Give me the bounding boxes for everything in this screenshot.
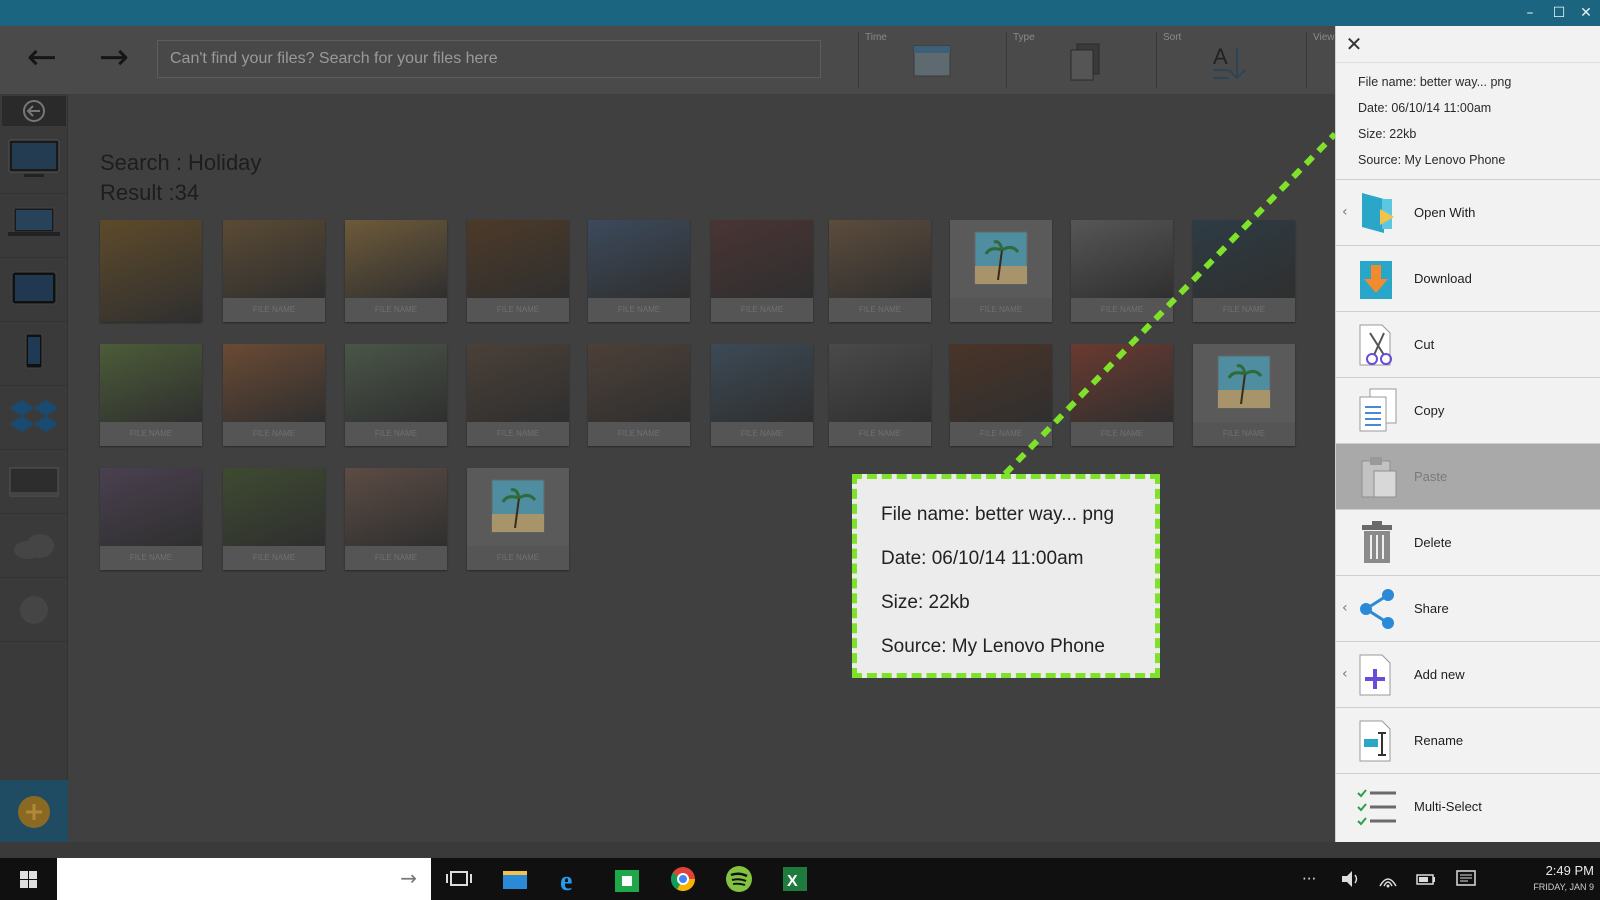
paste-icon [1361, 457, 1397, 498]
open-with-action[interactable]: ‹ Open With [1336, 180, 1600, 246]
cut-label: Cut [1414, 337, 1435, 352]
rename-action[interactable]: Rename [1336, 708, 1600, 774]
panel-date: Date: 06/10/14 11:00am [1358, 101, 1492, 115]
share-icon [1360, 589, 1394, 629]
windows-logo-icon [20, 871, 37, 888]
paste-label: Paste [1414, 469, 1448, 484]
download-icon [1360, 261, 1392, 299]
clock[interactable]: 2:49 PM FRIDAY, JAN 9 [1504, 862, 1594, 894]
volume-icon[interactable] [1338, 866, 1362, 892]
file-info-tooltip: File name: better way... png Date: 06/10… [852, 474, 1160, 678]
app-window: – ☐ ✕ ← → Can't find your files? Search … [0, 0, 1600, 900]
task-view-icon[interactable] [442, 862, 476, 896]
open-with-icon [1362, 193, 1394, 233]
action-center-icon[interactable] [1454, 866, 1478, 892]
file-action-panel: ✕ File name: better way... png Date: 06/… [1335, 26, 1600, 842]
svg-text:e: e [560, 866, 572, 896]
start-button[interactable] [8, 866, 48, 894]
status-strip [0, 842, 1600, 858]
share-label: Share [1414, 601, 1449, 616]
search-go-icon: → [400, 866, 417, 890]
internet-explorer-icon[interactable]: e [554, 862, 588, 896]
panel-file-info: File name: better way... png Date: 06/10… [1336, 62, 1600, 180]
copy-label: Copy [1414, 403, 1445, 418]
network-icon[interactable] [1376, 866, 1400, 892]
chevron-left-icon: ‹ [1342, 666, 1348, 682]
chevron-left-icon: ‹ [1342, 600, 1348, 616]
clock-date: FRIDAY, JAN 9 [1533, 882, 1594, 892]
chrome-icon[interactable] [666, 862, 700, 896]
tray-overflow-icon[interactable]: ··· [1302, 866, 1316, 892]
add-new-icon [1359, 654, 1391, 696]
delete-label: Delete [1414, 535, 1452, 550]
download-action[interactable]: Download [1336, 246, 1600, 312]
multi-select-label: Multi-Select [1414, 799, 1482, 814]
tooltip-source: Source: My Lenovo Phone [881, 636, 1105, 657]
tooltip-file-name: File name: better way... png [881, 504, 1115, 525]
delete-action[interactable]: Delete [1336, 510, 1600, 576]
taskbar: → e X ··· 2:49 PM FRIDAY, JAN 9 [0, 858, 1600, 900]
store-icon[interactable] [610, 862, 644, 896]
panel-source: Source: My Lenovo Phone [1358, 153, 1506, 167]
tooltip-date: Date: 06/10/14 11:00am [881, 548, 1084, 569]
spotify-icon[interactable] [722, 862, 756, 896]
scissors-icon [1359, 324, 1392, 366]
svg-text:X: X [787, 873, 798, 890]
download-label: Download [1414, 271, 1472, 286]
open-with-label: Open With [1414, 205, 1476, 220]
close-panel-button[interactable]: ✕ [1340, 28, 1368, 60]
multi-select-icon [1357, 789, 1396, 826]
add-new-action[interactable]: ‹ Add new [1336, 642, 1600, 708]
clock-time: 2:49 PM [1545, 863, 1594, 878]
chevron-left-icon: ‹ [1342, 204, 1348, 220]
battery-icon[interactable] [1414, 866, 1438, 892]
copy-action[interactable]: Copy [1336, 378, 1600, 444]
share-action[interactable]: ‹ Share [1336, 576, 1600, 642]
panel-file-name: File name: better way... png [1358, 75, 1512, 89]
tooltip-size: Size: 22kb [881, 592, 970, 613]
multi-select-action[interactable]: Multi-Select [1336, 774, 1600, 840]
add-new-label: Add new [1414, 667, 1465, 682]
file-explorer-icon[interactable] [498, 862, 532, 896]
paste-action[interactable]: Paste [1336, 444, 1600, 510]
trash-icon [1362, 521, 1392, 563]
cut-action[interactable]: Cut [1336, 312, 1600, 378]
taskbar-search-box[interactable]: → [57, 858, 431, 900]
rename-label: Rename [1414, 733, 1464, 748]
copy-icon [1359, 388, 1397, 432]
excel-icon[interactable]: X [778, 862, 812, 896]
panel-size: Size: 22kb [1358, 127, 1417, 141]
rename-icon [1359, 720, 1391, 762]
